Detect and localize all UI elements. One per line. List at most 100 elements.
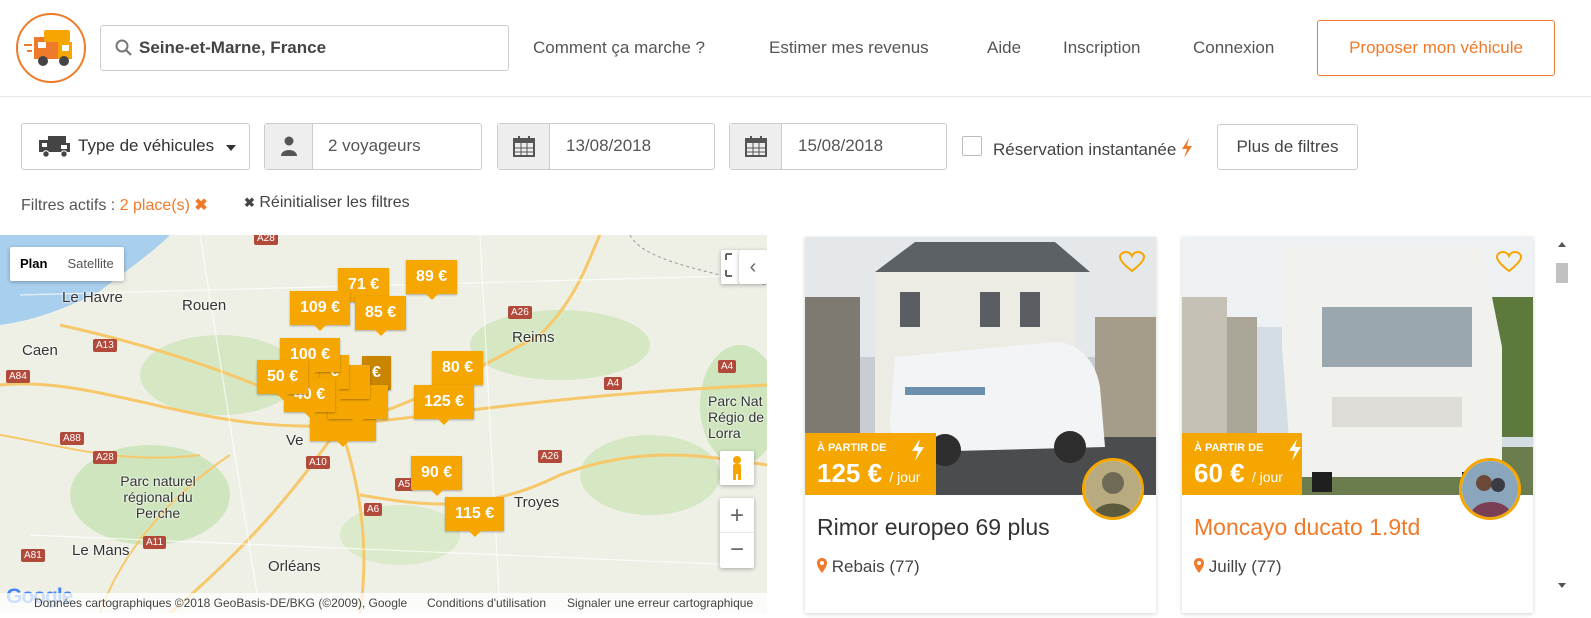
- city-label: Parc naturel régional du Perche: [120, 473, 196, 521]
- location-search-field[interactable]: Seine-et-Marne, France: [100, 25, 509, 71]
- active-filter-tag[interactable]: 2 place(s) ✖: [120, 197, 208, 214]
- owner-avatar[interactable]: [1082, 458, 1144, 520]
- map-attribution: Données cartographiques ©2018 GeoBasis-D…: [34, 596, 408, 610]
- listing-location: Rebais (77): [817, 557, 920, 577]
- vehicle-icon: [39, 136, 70, 158]
- city-label: Reims: [512, 329, 555, 346]
- zoom-out-button[interactable]: −: [720, 533, 754, 568]
- calendar-icon: [513, 136, 535, 157]
- listing-title[interactable]: Rimor europeo 69 plus: [817, 514, 1050, 541]
- city-label: Ve: [286, 432, 304, 449]
- price-badge: À PARTIR DE 60 € / jour: [1182, 433, 1302, 495]
- travellers-field[interactable]: 2 voyageurs: [264, 123, 482, 170]
- street-view-button[interactable]: [720, 451, 754, 485]
- road-label: A10: [306, 456, 330, 469]
- reset-filters-button[interactable]: ✖ Réinitialiser les filtres: [244, 194, 410, 212]
- scrollbar-track: [1556, 242, 1568, 588]
- listing-title[interactable]: Moncayo ducato 1.9td: [1194, 514, 1420, 541]
- instant-booking-icon: [1289, 439, 1301, 461]
- close-icon: ✖: [244, 195, 255, 210]
- road-label: A13: [93, 339, 117, 352]
- nav-estimate-revenue[interactable]: Estimer mes revenus: [769, 38, 929, 58]
- search-icon: [115, 39, 132, 56]
- instant-booking-label[interactable]: Réservation instantanée: [993, 138, 1193, 160]
- start-date-value: 13/08/2018: [566, 136, 652, 155]
- nav-login[interactable]: Connexion: [1193, 38, 1274, 58]
- calendar-icon: [745, 136, 767, 157]
- listing-card[interactable]: À PARTIR DE 60 € / jour Moncayo ducato 1…: [1182, 237, 1533, 613]
- fullscreen-button[interactable]: [721, 250, 739, 284]
- nav-how-it-works[interactable]: Comment ça marche ?: [533, 38, 705, 58]
- city-label: Parc Nat Régio de Lorra: [708, 393, 765, 441]
- map-view[interactable]: Plan Satellite ‹ + − Le Havre Rouen Caen…: [0, 235, 767, 613]
- city-label: Caen: [22, 342, 58, 359]
- start-date-addon: [498, 124, 550, 169]
- heart-icon[interactable]: [1496, 251, 1522, 273]
- nav-help[interactable]: Aide: [987, 38, 1021, 58]
- instant-booking-checkbox[interactable]: [962, 136, 982, 156]
- fullscreen-icon: [725, 253, 732, 277]
- map-terms-link[interactable]: Conditions d'utilisation: [427, 596, 546, 610]
- listing-card[interactable]: À PARTIR DE 125 € / jour Rimor europeo 6…: [805, 237, 1156, 613]
- travellers-addon: [265, 124, 313, 169]
- top-header: Seine-et-Marne, France Comment ça marche…: [0, 0, 1591, 97]
- more-filters-button[interactable]: Plus de filtres: [1217, 124, 1358, 170]
- road-label: A81: [21, 549, 45, 562]
- search-value: Seine-et-Marne, France: [139, 38, 327, 57]
- road-label: A11: [143, 536, 167, 549]
- price-pin[interactable]: 89 €: [406, 260, 458, 300]
- remove-filter-icon[interactable]: ✖: [194, 197, 207, 214]
- price-from-label: À PARTIR DE: [817, 442, 887, 454]
- vehicle-type-label: Type de véhicules: [78, 136, 215, 155]
- heart-icon[interactable]: [1119, 251, 1145, 273]
- listing-location: Juilly (77): [1194, 557, 1281, 577]
- price-pin[interactable]: 125 €: [414, 385, 475, 425]
- price-pin[interactable]: 109 €: [290, 291, 351, 331]
- person-icon: [281, 136, 297, 156]
- nav-signup[interactable]: Inscription: [1063, 38, 1140, 58]
- end-date-field[interactable]: 15/08/2018: [729, 123, 947, 170]
- map-type-satellite[interactable]: Satellite: [57, 247, 123, 281]
- city-label: Le Mans: [72, 542, 130, 559]
- active-filters-label: Filtres actifs :: [21, 197, 116, 214]
- price-pin[interactable]: 90 €: [411, 456, 463, 496]
- road-label: A4: [604, 377, 623, 390]
- owner-avatar[interactable]: [1459, 458, 1521, 520]
- price-pin[interactable]: 50 €: [257, 360, 309, 400]
- travellers-value: 2 voyageurs: [328, 136, 421, 155]
- zoom-in-button[interactable]: +: [720, 498, 754, 533]
- logo[interactable]: [16, 13, 86, 83]
- price-pin[interactable]: 115 €: [445, 497, 505, 537]
- road-label: A84: [6, 370, 30, 383]
- caret-down-icon: [226, 145, 236, 151]
- road-label: A6: [364, 503, 383, 516]
- zoom-control: + −: [720, 498, 754, 568]
- city-label: Le Havre: [62, 289, 123, 306]
- start-date-field[interactable]: 13/08/2018: [497, 123, 715, 170]
- price-pin[interactable]: 85 €: [355, 296, 407, 336]
- road-label: A26: [538, 450, 562, 463]
- map-attribution-bar: Données cartographiques ©2018 GeoBasis-D…: [0, 593, 767, 613]
- map-type-control: Plan Satellite: [10, 247, 124, 281]
- propose-vehicle-button[interactable]: Proposer mon véhicule: [1317, 20, 1555, 76]
- collapse-map-button[interactable]: ‹: [739, 250, 767, 284]
- road-label: A88: [60, 432, 84, 445]
- end-date-addon: [730, 124, 782, 169]
- road-label: A26: [508, 306, 532, 319]
- vehicle-type-dropdown[interactable]: Type de véhicules: [21, 123, 250, 170]
- price-amount: 125 € / jour: [817, 458, 921, 488]
- price-pin[interactable]: 80 €: [432, 351, 484, 391]
- avatar-image: [1085, 461, 1141, 517]
- map-report-link[interactable]: Signaler une erreur cartographique: [567, 596, 753, 610]
- active-filters: Filtres actifs : 2 place(s) ✖: [21, 195, 208, 215]
- pegman-icon: [733, 456, 741, 480]
- chevron-left-icon: ‹: [749, 256, 757, 278]
- map-marker-icon: [817, 558, 827, 573]
- road-label: A28: [254, 235, 278, 245]
- road-label: A28: [93, 451, 117, 464]
- results-scrollbar[interactable]: [1553, 235, 1571, 613]
- lightning-icon: [1182, 138, 1193, 158]
- end-date-value: 15/08/2018: [798, 136, 884, 155]
- map-type-plan[interactable]: Plan: [10, 247, 57, 281]
- instant-booking-icon: [912, 439, 924, 461]
